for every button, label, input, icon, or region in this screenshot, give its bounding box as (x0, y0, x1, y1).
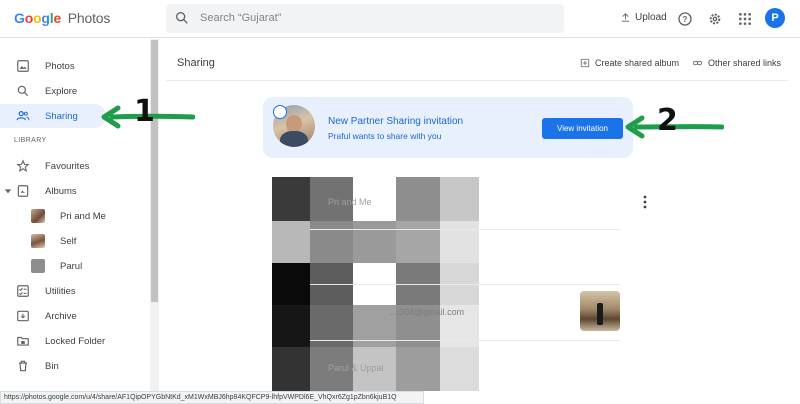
list-divider (310, 340, 620, 341)
svg-text:?: ? (683, 15, 688, 24)
partner-badge-icon (273, 105, 287, 119)
list-item-title[interactable]: Pri and Me (328, 197, 372, 207)
create-shared-album-button[interactable]: Create shared album (580, 58, 679, 68)
account-avatar[interactable]: P (765, 8, 785, 28)
settings-gear-icon[interactable] (707, 11, 723, 27)
help-icon[interactable]: ? (677, 11, 693, 27)
invitation-title: New Partner Sharing invitation (328, 116, 464, 127)
album-icon (17, 185, 29, 197)
album-label: Parul (60, 261, 83, 272)
upload-button[interactable]: Upload (620, 12, 667, 23)
add-box-icon (580, 58, 590, 68)
google-photos-logo[interactable]: Google Photos (14, 10, 110, 26)
partner-sharing-invitation-card: New Partner Sharing invitation Praful wa… (263, 97, 633, 158)
view-invitation-button[interactable]: View invitation (542, 118, 623, 139)
sidebar-item-locked-folder[interactable]: Locked Folder (0, 329, 150, 353)
sidebar-item-sharing[interactable]: Sharing (0, 104, 106, 128)
pixelation-block (396, 347, 440, 391)
people-icon (16, 111, 30, 121)
apps-grid-icon[interactable] (737, 11, 753, 27)
pixelation-block (310, 221, 353, 263)
expand-caret-icon[interactable] (4, 187, 12, 195)
pixelation-block (272, 263, 310, 305)
trash-icon (18, 360, 28, 372)
sidebar-item-label: Photos (45, 60, 75, 72)
search-icon (176, 11, 188, 24)
sidebar-item-bin[interactable]: Bin (0, 354, 150, 378)
other-shared-links-button[interactable]: Other shared links (692, 58, 781, 68)
sidebar-item-label: Locked Folder (45, 335, 106, 347)
link-icon (692, 60, 703, 66)
logo-product-name: Photos (67, 10, 111, 26)
pixelation-block (272, 305, 310, 347)
upload-icon (621, 13, 630, 22)
sidebar-item-label: Bin (45, 360, 59, 372)
archive-icon (17, 310, 29, 322)
sidebar-item-label: Explore (45, 85, 78, 97)
invitation-subtitle: Praful wants to share with you (328, 131, 442, 141)
list-divider (310, 229, 620, 230)
pixelation-block (440, 221, 479, 263)
link-status-bar: https://photos.google.com/u/4/share/AF1Q… (0, 391, 424, 404)
pixelation-block (353, 221, 396, 263)
pixelation-block (440, 177, 479, 221)
sidebar-item-label: Archive (45, 310, 77, 322)
upload-label: Upload (635, 12, 667, 23)
sidebar-item-photos[interactable]: Photos (0, 54, 150, 78)
list-item-email[interactable]: …304@gmail.com (390, 307, 464, 317)
search-bar[interactable]: Search “Gujarat” (166, 4, 564, 33)
sidebar-item-favourites[interactable]: Favourites (0, 154, 150, 178)
list-divider (310, 284, 620, 285)
other-shared-links-label: Other shared links (708, 58, 782, 68)
sidebar-item-label: Sharing (45, 110, 78, 122)
sidebar-item-label: Albums (45, 185, 77, 197)
album-thumbnail (31, 209, 45, 223)
photo-icon (17, 60, 29, 72)
search-input[interactable]: Search “Gujarat” (200, 12, 281, 24)
annotation-step-1: 1 (134, 94, 155, 129)
search-icon (17, 85, 29, 97)
annotation-step-2: 2 (657, 103, 678, 138)
list-item-title[interactable]: Parul & Uppal (328, 363, 384, 373)
sidebar-scrollbar-thumb[interactable] (151, 40, 158, 302)
pixelation-block (272, 347, 310, 391)
lock-folder-icon (17, 336, 29, 346)
page-title: Sharing (177, 57, 215, 69)
sidebar-item-explore[interactable]: Explore (0, 79, 150, 103)
star-icon (16, 159, 30, 172)
header-divider (166, 80, 788, 81)
checklist-icon (17, 285, 29, 297)
sidebar-item-label: Utilities (45, 285, 76, 297)
create-shared-album-label: Create shared album (595, 58, 680, 68)
pixelation-block (272, 221, 310, 263)
pixelation-block (272, 177, 310, 221)
album-thumbnail (31, 234, 45, 248)
sidebar-item-archive[interactable]: Archive (0, 304, 150, 328)
pixelation-block (396, 221, 440, 263)
pixelation-block (440, 347, 479, 391)
shared-album-thumbnail[interactable] (580, 291, 620, 331)
pixelation-block (396, 177, 440, 221)
more-options-icon[interactable] (641, 195, 649, 209)
library-section-label: LIBRARY (14, 137, 47, 144)
album-label: Pri and Me (60, 211, 106, 222)
sidebar-item-label: Favourites (45, 160, 90, 172)
top-bar: Google Photos Search “Gujarat” Upload ? … (0, 0, 800, 38)
sidebar-item-albums[interactable]: Albums (0, 179, 150, 203)
sidebar-item-utilities[interactable]: Utilities (0, 279, 150, 303)
album-thumbnail (31, 259, 45, 273)
album-label: Self (60, 236, 77, 247)
